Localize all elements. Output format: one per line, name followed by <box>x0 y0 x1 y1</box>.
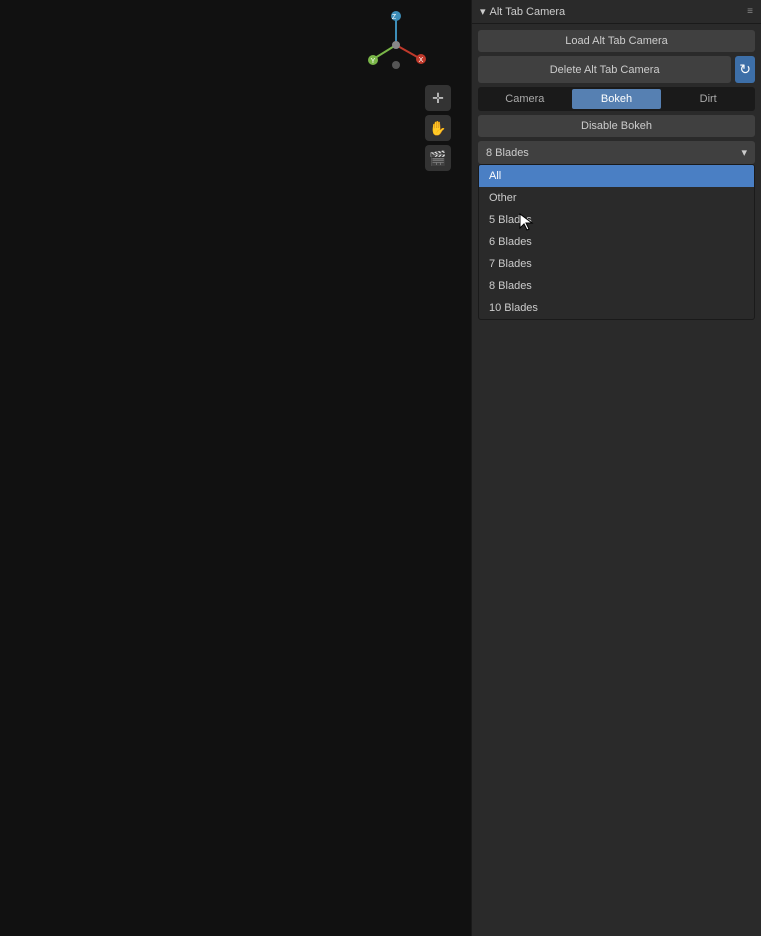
dropdown-option-5blades[interactable]: 5 Blades <box>479 209 754 231</box>
panel-options: ≡ <box>747 6 753 17</box>
panel-body: Load Alt Tab Camera Delete Alt Tab Camer… <box>472 24 761 322</box>
blades-dropdown-wrapper: 8 Blades ▾ All Other 5 Blades 6 Blades 7… <box>478 141 755 164</box>
hand-tool-icon[interactable]: ✋ <box>425 115 451 141</box>
dropdown-option-all[interactable]: All <box>479 165 754 187</box>
dropdown-option-10blades[interactable]: 10 Blades <box>479 297 754 319</box>
properties-panel: ▾ Alt Tab Camera ≡ Load Alt Tab Camera D… <box>471 0 761 936</box>
dropdown-option-6blades[interactable]: 6 Blades <box>479 231 754 253</box>
camera-tool-icon[interactable]: 🎬 <box>425 145 451 171</box>
blades-dropdown-menu: All Other 5 Blades 6 Blades 7 Blades 8 B… <box>478 164 755 320</box>
refresh-button[interactable]: ↻ <box>735 56 755 83</box>
gizmo: Z X Y <box>361 10 431 80</box>
tab-camera[interactable]: Camera <box>480 89 570 109</box>
dropdown-selected-label: 8 Blades <box>486 147 529 159</box>
dropdown-option-8blades[interactable]: 8 Blades <box>479 275 754 297</box>
panel-menu-icon[interactable]: ≡ <box>747 6 753 17</box>
grab-tool-icon[interactable]: ✛ <box>425 85 451 111</box>
dropdown-option-other[interactable]: Other <box>479 187 754 209</box>
svg-text:Z: Z <box>392 14 397 21</box>
panel-title-area: ▾ Alt Tab Camera <box>480 5 565 18</box>
viewport-toolbar: ✛ ✋ 🎬 <box>425 85 451 171</box>
collapse-icon[interactable]: ▾ <box>480 5 486 18</box>
delete-alt-tab-camera-button[interactable]: Delete Alt Tab Camera <box>478 56 731 83</box>
camera-tabs: Camera Bokeh Dirt <box>478 87 755 111</box>
load-alt-tab-camera-button[interactable]: Load Alt Tab Camera <box>478 30 755 52</box>
disable-bokeh-button[interactable]: Disable Bokeh <box>478 115 755 137</box>
dropdown-option-7blades[interactable]: 7 Blades <box>479 253 754 275</box>
svg-text:Y: Y <box>371 58 376 65</box>
panel-title: Alt Tab Camera <box>490 6 566 18</box>
panel-header: ▾ Alt Tab Camera ≡ <box>472 0 761 24</box>
delete-refresh-row: Delete Alt Tab Camera ↻ <box>478 56 755 83</box>
svg-text:X: X <box>419 57 424 64</box>
tab-dirt[interactable]: Dirt <box>663 89 753 109</box>
dropdown-chevron-icon: ▾ <box>741 146 747 159</box>
blades-dropdown[interactable]: 8 Blades ▾ <box>478 141 755 164</box>
tab-bokeh[interactable]: Bokeh <box>572 89 662 109</box>
